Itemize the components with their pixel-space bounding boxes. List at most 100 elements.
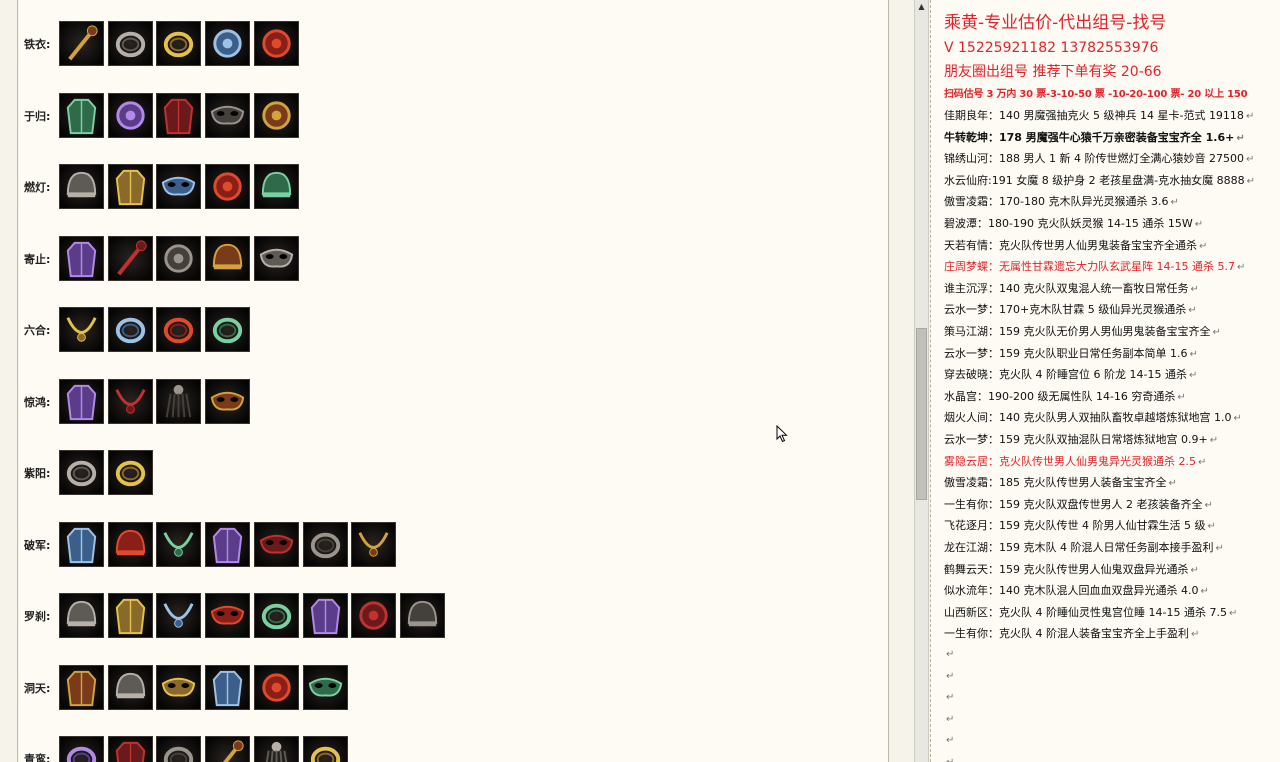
paragraph-mark-icon: ↵ [1204,499,1213,511]
set-name-label: 青鸾: [24,753,51,762]
listing-line: 雾隐云居：克火队传世男人仙男鬼异光灵猴通杀 2.5 ↵ [944,453,1206,469]
listing-line: 穿去破晓：克火队 4 阶睡宫位 6 阶龙 14-15 通杀 ↵ [944,366,1197,382]
listing-text: 雾隐云居：克火队传世男人仙男鬼异光灵猴通杀 2.5 [944,454,1196,468]
bracelet-icon[interactable] [59,450,104,495]
cloak-icon[interactable] [205,664,251,710]
dress-icon[interactable] [59,378,104,424]
tassel-icon[interactable] [253,736,299,762]
bracelet-icon[interactable] [205,307,251,352]
armor-icon[interactable] [59,664,104,710]
listing-line: 云水一梦：159 克火队职业日常任务副本简单 1.6 ↵ [944,345,1198,361]
paragraph-mark-icon: ↵ [946,649,955,660]
listing-text: 傲雪凌霜：185 克火队传世男人装备宝宝齐全 [944,476,1167,490]
listing-line: 庄周梦蝶：无属性甘霖遗忘大力队玄武星阵 14-15 通杀 5.7 ↵ [944,258,1245,274]
necklace-icon[interactable] [156,593,202,638]
charm-icon[interactable] [351,593,397,638]
robe-icon[interactable] [107,593,153,638]
paragraph-mark-icon: ↵ [946,670,955,682]
necklace-icon[interactable] [156,521,202,567]
robe-icon[interactable] [107,736,153,762]
vertical-scrollbar[interactable]: ▲ [914,0,929,762]
listing-line: 傲雪凌霜：185 克火队传世男人装备宝宝齐全 ↵ [944,474,1177,490]
amulet-icon[interactable] [205,21,251,66]
ring-icon[interactable] [302,521,348,567]
staff-icon[interactable] [205,736,251,762]
ring-icon[interactable] [156,307,202,352]
listing-line: 云水一梦：159 克火队双抽混队日常塔炼狱地宫 0.9+ ↵ [944,431,1218,447]
mask-icon[interactable] [205,92,251,138]
ring-icon[interactable] [253,593,299,638]
listing-line: 烟火人间：140 克火队男人双抽队畜牧卓越塔炼狱地宫 1.0 ↵ [944,409,1242,425]
listing-text: 水晶宫：190-200 级无属性队 14-16 穷奇通杀 [944,389,1176,403]
hat-icon[interactable] [253,164,299,209]
bracelet-icon[interactable] [107,450,153,495]
document-page-left[interactable]: 铁衣: 于归: 燃灯: 寄止: 六合: 惊鸿: 紫阳: 破军: 罗刹: 洞天: … [19,0,889,762]
burger-icon[interactable] [156,235,202,281]
orb-icon[interactable] [205,164,251,209]
helmet-icon[interactable] [399,593,445,638]
set-name-label: 破军: [24,538,51,552]
equipment-set-row: 惊鸿: [19,378,879,425]
paragraph-mark-icon: ↵ [1190,564,1199,576]
empty-paragraph: ↵ [944,712,954,725]
flower-ornament-icon[interactable] [107,92,153,138]
listing-line: 水晶宫：190-200 级无属性队 14-16 穷奇通杀 ↵ [944,388,1186,404]
paragraph-mark-icon: ↵ [1236,262,1246,274]
listing-text: 谁主沉浮：140 克火队双鬼混人统一畜牧日常任务 [944,281,1189,295]
ring-icon[interactable] [107,307,153,352]
paragraph-mark-icon: ↵ [1246,175,1256,187]
charm-icon[interactable] [253,664,299,710]
equipment-set-row: 寄止: [19,235,879,282]
paragraph-mark-icon: ↵ [1245,111,1255,122]
cloak-icon[interactable] [205,521,251,567]
feather-mask-icon[interactable] [205,378,251,424]
helmet-icon[interactable] [205,235,251,281]
necklace-icon[interactable] [107,378,153,424]
paragraph-mark-icon: ↵ [1191,629,1200,641]
armor-icon[interactable] [59,235,104,281]
crown-icon[interactable] [59,593,104,638]
set-name-label: 洞天: [24,681,51,695]
bracelet-icon[interactable] [107,21,153,66]
bead-chain-icon[interactable] [351,521,397,567]
paragraph-mark-icon: ↵ [1236,132,1245,144]
mask-icon[interactable] [253,235,299,281]
listing-line: 龙在江湖：159 克木队 4 阶混人日常任务副本接手盈利 ↵ [944,539,1224,555]
ring-icon[interactable] [156,21,202,66]
bracelet-icon[interactable] [59,736,104,762]
listing-text: 策马江湖：159 克火队无价男人男仙男鬼装备宝宝齐全 [944,325,1211,338]
armor-icon[interactable] [59,521,104,567]
demon-mask-icon[interactable] [156,164,202,209]
set-name-label: 紫阳: [24,467,51,480]
gauntlet-icon[interactable] [253,21,299,66]
blade-icon[interactable] [59,21,104,66]
tassel-icon[interactable] [156,378,202,424]
robe-icon[interactable] [59,92,104,138]
listing-line: 天若有情：克火队传世男人仙男鬼装备宝宝齐全通杀 ↵ [944,237,1207,253]
staff-icon[interactable] [107,235,153,281]
listing-text: 云水一梦：170+克木队甘霖 5 级仙异光灵猴通杀 [944,303,1187,317]
mask-icon[interactable] [205,593,251,638]
flame-crown-icon[interactable] [59,164,104,209]
helmet-icon[interactable] [107,521,153,567]
bracelet-icon[interactable] [156,736,202,762]
mask-icon[interactable] [253,521,299,567]
cape-icon[interactable] [302,593,348,638]
scroll-up-arrow-icon[interactable]: ▲ [915,0,928,14]
belt-icon[interactable] [253,92,299,138]
mask-icon[interactable] [156,664,202,710]
cape-icon[interactable] [156,92,202,138]
ring-icon[interactable] [302,736,348,762]
listing-line: 山西新区：克火队 4 阶睡仙灵性鬼宫位睡 14-15 通杀 7.5 ↵ [944,604,1237,620]
listing-line: 谁主沉浮：140 克火队双鬼混人统一畜牧日常任务 ↵ [944,280,1199,296]
necklace-icon[interactable] [59,307,104,352]
document-page-right[interactable]: 乘黄-专业估价-代出组号-找号 V 15225921182 1378255397… [930,0,1280,762]
robe-icon[interactable] [107,164,153,209]
scroll-thumb[interactable] [916,328,927,500]
promo-line: 朋友圈出组号 推荐下单有奖 20-66 [944,64,1162,80]
listing-text: 庄周梦蝶：无属性甘霖遗忘大力队玄武星阵 14-15 通杀 5.7 [944,260,1235,274]
skull-mask-icon[interactable] [302,664,348,710]
paragraph-mark-icon: ↵ [1245,154,1255,166]
listing-line: 傲雪凌霜：170-180 克木队异光灵猴通杀 3.6 ↵ [944,193,1179,209]
headpiece-icon[interactable] [107,664,153,710]
